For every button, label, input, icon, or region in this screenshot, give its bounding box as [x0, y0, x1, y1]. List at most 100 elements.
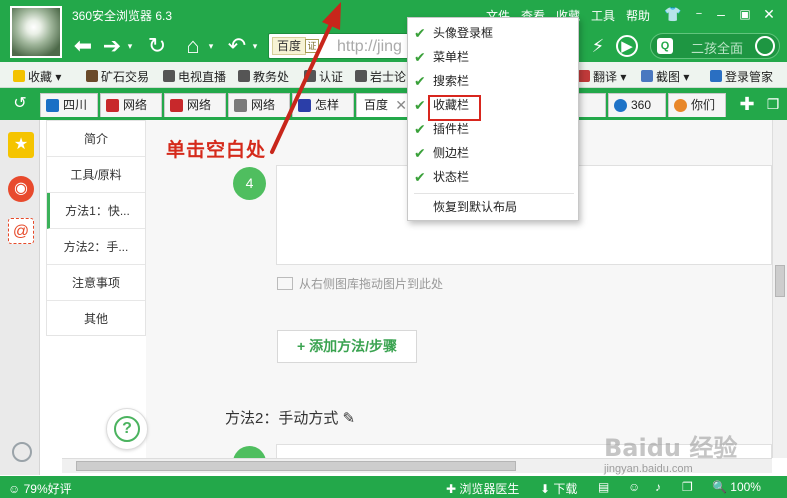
fav-label: 电视直播	[178, 70, 227, 84]
menu-tools[interactable]: 工具	[591, 7, 615, 24]
tab[interactable]: 网络	[164, 93, 226, 117]
fav-label: 登录管家	[725, 70, 774, 84]
toc-item[interactable]: 其他	[47, 301, 145, 337]
user-avatar[interactable]	[10, 6, 62, 58]
search-field[interactable]: Q 二孩全面	[650, 33, 780, 59]
toc-item[interactable]: 简介	[47, 121, 145, 157]
restore-mini-icon[interactable]: −	[688, 4, 710, 24]
tab-bar: ↺ 四川 网络 网络 网络 怎样 百度✕ 样 360 你们 ✚ ❐	[0, 88, 787, 120]
download-button[interactable]: ⬇ 下载	[540, 480, 577, 497]
tab[interactable]: 你们	[668, 93, 726, 117]
tab-list-icon[interactable]: ❐	[760, 91, 786, 117]
close-tab-icon[interactable]: ✕	[395, 94, 407, 116]
tab-label: 360	[631, 98, 652, 112]
certificate-icon: 证	[305, 39, 319, 53]
menu-item-searchbar[interactable]: ✔ 搜索栏	[408, 69, 578, 93]
app-title: 360安全浏览器 6.3	[72, 9, 173, 23]
check-icon: ✔	[414, 97, 426, 113]
page-icon	[46, 99, 59, 112]
sound-icon[interactable]: ♪	[655, 480, 661, 494]
browser-doctor-button[interactable]: ✚ 浏览器医生	[446, 480, 519, 497]
scroll-thumb[interactable]	[775, 265, 785, 297]
page-icon	[304, 70, 316, 82]
cleanup-icon[interactable]: ☺	[628, 480, 640, 494]
menu-item-statusbar[interactable]: ✔ 状态栏	[408, 165, 578, 189]
favorites-bar: 收藏 ▾ 矿石交易 电视直播 教务处 认证 岩士论 翻译 ▾ 截图 ▾ 登录管家	[0, 62, 787, 88]
search-placeholder[interactable]: 二孩全面	[691, 38, 743, 57]
favorites-star-icon[interactable]: ★	[8, 132, 34, 158]
address-text[interactable]: http://jing	[337, 38, 402, 56]
minimize-icon[interactable]: –	[710, 4, 732, 24]
search-icon[interactable]	[755, 36, 775, 56]
skin-icon[interactable]: 👕	[662, 4, 684, 24]
acceleration-icon[interactable]: ▤	[598, 480, 609, 494]
tab[interactable]: 360	[608, 93, 666, 117]
tab-label: 网络	[123, 98, 148, 112]
vertical-scrollbar[interactable]	[772, 120, 787, 458]
new-tab-icon[interactable]: ✚	[734, 91, 760, 117]
refresh-icon[interactable]: ↻	[144, 33, 170, 59]
site-icon	[170, 99, 183, 112]
watermark-logo: Baidu 经验	[604, 434, 738, 462]
weibo-icon[interactable]: ◉	[8, 176, 34, 202]
toc-item[interactable]: 方法2：手...	[47, 229, 145, 265]
close-icon[interactable]: ✕	[758, 4, 780, 24]
address-bar[interactable]: 百度 证 http://jing	[268, 33, 413, 59]
maximize-icon[interactable]: ▣	[734, 4, 756, 24]
tab-label: 怎样	[315, 98, 340, 112]
help-icon: ?	[114, 416, 140, 442]
menu-item-sidebar[interactable]: ✔ 侧边栏	[408, 141, 578, 165]
fav-item-academic-office[interactable]: 教务处	[238, 68, 289, 85]
restore-tab-icon[interactable]: ↺	[7, 91, 33, 117]
go-icon[interactable]: ▶	[616, 35, 638, 57]
tab[interactable]: 四川	[40, 93, 98, 117]
settings-icon[interactable]	[12, 442, 32, 462]
tab-active[interactable]: 百度 ✕	[356, 93, 412, 117]
login-manager-button[interactable]: 登录管家	[710, 68, 773, 85]
fav-item-forum[interactable]: 岩士论	[355, 68, 406, 85]
toc-item[interactable]: 注意事项	[47, 265, 145, 301]
fav-label: 教务处	[253, 70, 290, 84]
home-dropdown-icon[interactable]: ▾	[205, 33, 217, 59]
fav-item-auth[interactable]: 认证	[304, 68, 343, 85]
home-icon[interactable]: ⌂	[180, 33, 206, 59]
forward-icon[interactable]: ➔	[99, 33, 125, 59]
fav-item-tv-live[interactable]: 电视直播	[163, 68, 226, 85]
search-engine-tag[interactable]: 百度	[272, 37, 307, 55]
method-heading[interactable]: 方法2：手动方式 ✎	[225, 407, 355, 428]
undo-dropdown-icon[interactable]: ▾	[249, 33, 261, 59]
tab[interactable]: 网络	[228, 93, 290, 117]
page-tools-icon[interactable]: ❐	[682, 480, 693, 494]
toc-item-active[interactable]: 方法1：快...	[47, 193, 145, 229]
favorites-menu[interactable]: 收藏 ▾	[13, 68, 61, 85]
tab[interactable]: 网络	[100, 93, 162, 117]
tab[interactable]: 怎样	[292, 93, 354, 117]
scroll-thumb[interactable]	[76, 461, 516, 471]
menu-item-restore-default[interactable]: 恢复到默认布局	[408, 195, 578, 219]
site-icon	[106, 99, 119, 112]
help-button[interactable]: ?	[106, 408, 148, 450]
add-method-button[interactable]: + 添加方法/步骤	[277, 330, 417, 363]
tab-label: 你们	[691, 98, 716, 112]
menu-item-menubar[interactable]: ✔ 菜单栏	[408, 45, 578, 69]
back-icon[interactable]: ⬅	[70, 33, 96, 59]
image-icon	[277, 277, 293, 290]
menu-item-avatar-login[interactable]: ✔ 头像登录框	[408, 21, 578, 45]
rating-text: 79%好评	[23, 482, 72, 496]
zoom-control[interactable]: 🔍 100%	[712, 480, 761, 494]
rating-status[interactable]: ☺ 79%好评	[8, 480, 72, 497]
fav-label: 翻译	[593, 70, 618, 84]
search-engine-icon[interactable]: Q	[657, 38, 673, 54]
screenshot-button[interactable]: 截图 ▾	[641, 68, 689, 85]
check-icon: ✔	[414, 121, 426, 137]
translate-button[interactable]: 翻译 ▾	[578, 68, 626, 85]
site-icon	[614, 99, 627, 112]
speed-mode-icon[interactable]: ⚡	[585, 33, 611, 59]
undo-icon[interactable]: ↶	[224, 33, 250, 59]
email-icon[interactable]: @	[8, 218, 34, 244]
toc-item[interactable]: 工具/原料	[47, 157, 145, 193]
forward-dropdown-icon[interactable]: ▾	[124, 33, 136, 59]
zoom-level: 100%	[730, 480, 761, 494]
fav-item-ore-trade[interactable]: 矿石交易	[86, 68, 149, 85]
menu-help[interactable]: 帮助	[626, 7, 650, 24]
